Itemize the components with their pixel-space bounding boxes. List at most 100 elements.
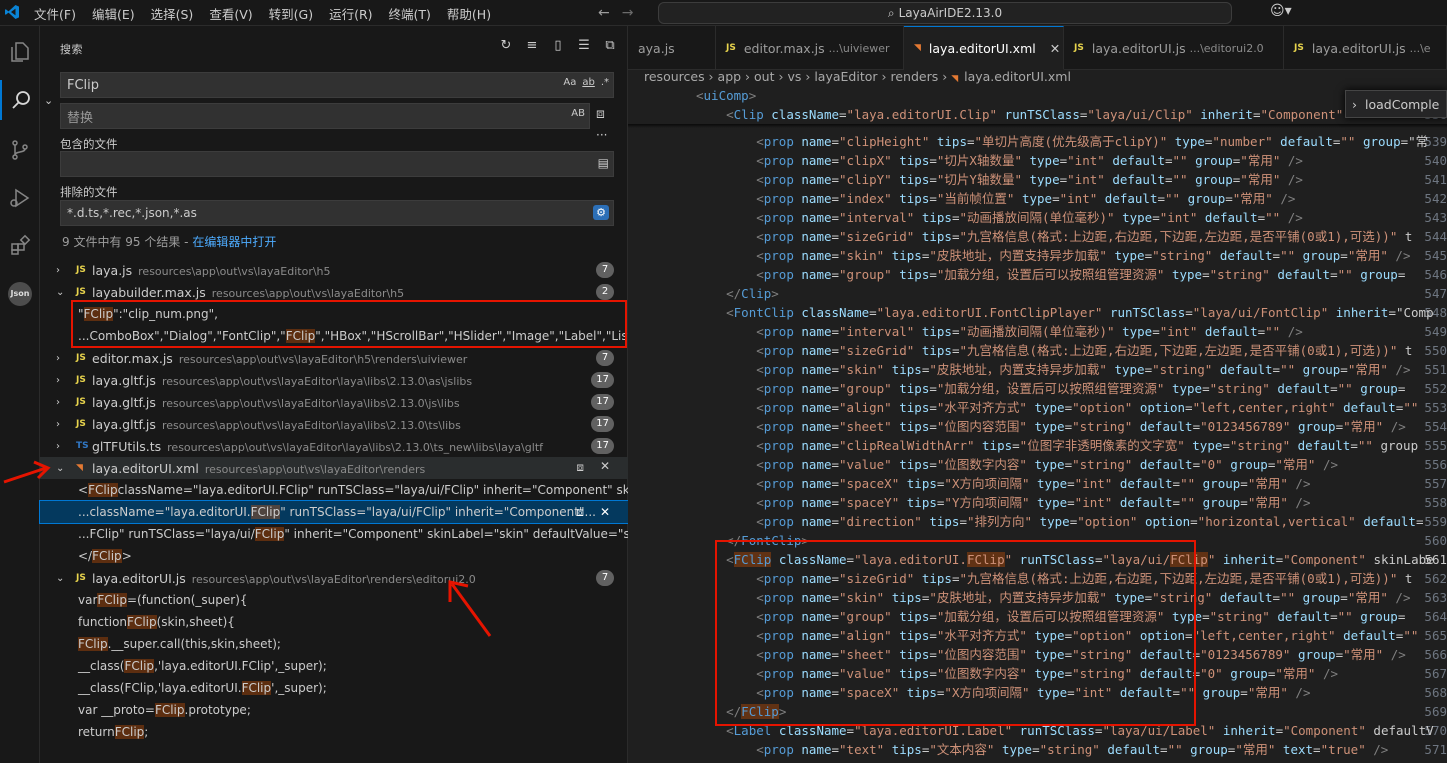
chevron-right-icon[interactable]: ›: [56, 353, 60, 364]
refresh-icon[interactable]: ↻: [498, 38, 514, 54]
match-hit: FClip: [127, 615, 157, 629]
menu-item-2[interactable]: 选择(S): [143, 4, 202, 23]
chevron-right-icon[interactable]: ›: [56, 265, 60, 276]
source-control-icon[interactable]: [0, 130, 40, 170]
annotation-arrow-left: [3, 460, 51, 484]
result-match[interactable]: var FClip =(function(_super){: [40, 589, 628, 611]
view-as-tree-icon[interactable]: ☰: [576, 38, 592, 54]
sticky-scroll-line[interactable]: 2<uiComp>: [628, 86, 1447, 105]
copilot-icon[interactable]: ☺▾: [1270, 3, 1292, 19]
breadcrumb-item[interactable]: out: [754, 69, 774, 84]
find-widget-chevron-icon[interactable]: ›: [1352, 97, 1357, 112]
result-match[interactable]: FClip .__super.call(this,skin,sheet);: [40, 633, 628, 655]
menu-item-0[interactable]: 文件(F): [26, 4, 84, 23]
result-match[interactable]: return FClip;: [40, 721, 628, 743]
preserve-case-icon[interactable]: AB: [571, 108, 585, 119]
menu-item-3[interactable]: 查看(V): [201, 4, 260, 23]
code-line: <prop name="interval" tips="动画播放间隔(单位毫秒)…: [756, 210, 1303, 225]
json-extension-icon[interactable]: Json: [0, 274, 40, 314]
result-match[interactable]: ...FClip" runTSClass="laya/ui/FClip " inh…: [40, 523, 628, 545]
result-file-label: editor.max.js resources\app\out\vs\layaEd…: [92, 351, 467, 366]
match-hit: FClip: [114, 725, 145, 739]
breadcrumb-item[interactable]: layaEditor: [814, 69, 877, 84]
use-exclude-settings-icon[interactable]: ⚙: [593, 205, 609, 220]
result-match[interactable]: __class(FClip,'laya.editorUI.FClip',_sup…: [40, 655, 628, 677]
explorer-icon[interactable]: [0, 32, 40, 72]
more-options-icon[interactable]: ···: [596, 128, 607, 142]
clear-results-icon[interactable]: ≡: [524, 38, 540, 54]
new-search-editor-icon[interactable]: ▯: [550, 38, 566, 54]
result-match[interactable]: < FClip className="laya.editorUI.FClip" r…: [40, 479, 628, 501]
menu-item-4[interactable]: 转到(G): [261, 4, 321, 23]
chevron-right-icon[interactable]: ›: [56, 441, 60, 452]
breadcrumb-separator-icon: ›: [938, 69, 952, 84]
tab-1[interactable]: JS editor.max.js ...\uiviewer: [716, 26, 904, 70]
chevron-down-icon[interactable]: ⌄: [56, 463, 64, 474]
include-files-input[interactable]: ▤: [60, 151, 614, 177]
breadcrumb-item[interactable]: resources: [644, 69, 705, 84]
collapse-all-icon[interactable]: ⧉: [602, 38, 618, 54]
sticky-scroll-line[interactable]: 536 <Clip className="laya.editorUI.Clip"…: [628, 105, 1447, 124]
chevron-down-icon[interactable]: ⌄: [56, 573, 64, 584]
chevron-down-icon[interactable]: ⌄: [56, 287, 64, 298]
result-file[interactable]: ⌄ ◥ laya.editorUI.xml resources\app\out\vs\…: [40, 457, 628, 479]
replace-match-icon[interactable]: ⧈: [576, 505, 584, 520]
result-count-badge: 2: [596, 284, 614, 300]
tab-0[interactable]: aya.js: [628, 26, 716, 70]
chevron-right-icon[interactable]: ›: [56, 397, 60, 408]
replace-input[interactable]: 替换 AB: [60, 103, 590, 129]
tab-3[interactable]: JS laya.editorUI.js ...\editorui2.0: [1064, 26, 1284, 70]
result-match[interactable]: var __proto= FClip .prototype;: [40, 699, 628, 721]
dismiss-match-icon[interactable]: ✕: [600, 505, 610, 519]
chevron-right-icon[interactable]: ›: [56, 419, 60, 430]
toggle-replace-chevron-icon[interactable]: ⌄: [44, 94, 53, 107]
breadcrumb-item[interactable]: laya.editorUI.xml: [964, 69, 1071, 84]
search-activity-icon[interactable]: [0, 80, 40, 120]
replace-all-icon[interactable]: ⧈: [596, 106, 605, 122]
result-file[interactable]: › JS laya.gltf.js resources\app\out\vs\laya…: [40, 391, 628, 413]
extensions-icon[interactable]: [0, 226, 40, 266]
tab-2[interactable]: ◥ laya.editorUI.xml ✕: [904, 26, 1064, 70]
menu-item-6[interactable]: 终端(T): [381, 4, 439, 23]
breadcrumb-item[interactable]: renders: [890, 69, 938, 84]
menu-item-1[interactable]: 编辑(E): [84, 4, 143, 23]
breadcrumb-separator-icon: ›: [741, 69, 755, 84]
result-file-path: resources\app\out\vs\layaEditor\h5: [138, 264, 331, 278]
dismiss-file-icon[interactable]: ✕: [600, 459, 610, 473]
exclude-files-input[interactable]: *.d.ts,*.rec,*.json,*.as ⚙: [60, 200, 614, 226]
result-match[interactable]: ...className="laya.editorUI. FClip " runTS…: [39, 500, 629, 524]
search-sidebar: 搜索 ↻ ≡ ▯ ☰ ⧉ ⌄ FClip Aa ab .* 替换 AB ⧈ ··…: [3, 26, 629, 763]
back-arrow-icon[interactable]: ←: [598, 5, 610, 21]
result-file[interactable]: › JS laya.js resources\app\out\vs\layaEdito…: [40, 259, 628, 281]
open-in-editor-link[interactable]: 在编辑器中打开: [192, 235, 276, 249]
tab-4[interactable]: JS laya.editorUI.js ...\e: [1284, 26, 1447, 70]
result-file[interactable]: › TS glTFUtils.ts resources\app\out\vs\laya…: [40, 435, 628, 457]
result-file[interactable]: › JS laya.gltf.js resources\app\out\vs\laya…: [40, 413, 628, 435]
result-file[interactable]: ⌄ JS laya.editorUI.js resources\app\out\vs\…: [40, 567, 628, 589]
find-widget[interactable]: › loadComple: [1345, 90, 1447, 118]
regex-icon[interactable]: .*: [601, 77, 609, 88]
forward-arrow-icon[interactable]: →: [622, 5, 634, 21]
result-match[interactable]: __class(FClip,'laya.editorUI.FClip',_sup…: [40, 677, 628, 699]
open-editors-only-icon[interactable]: ▤: [598, 156, 609, 170]
search-input[interactable]: FClip Aa ab .*: [60, 72, 614, 98]
result-match[interactable]: function FClip (skin,sheet){: [40, 611, 628, 633]
match-post: (skin,sheet){: [156, 615, 235, 629]
menu-item-7[interactable]: 帮助(H): [439, 4, 499, 23]
result-match[interactable]: </FClip >: [40, 545, 628, 567]
chevron-right-icon[interactable]: ›: [56, 375, 60, 386]
result-file[interactable]: › JS laya.gltf.js resources\app\out\vs\laya…: [40, 369, 628, 391]
result-file[interactable]: › JS editor.max.js resources\app\out\vs\lay…: [40, 347, 628, 369]
close-tab-icon[interactable]: ✕: [1050, 41, 1060, 56]
command-center[interactable]: ⌕ LayaAirIDE2.13.0: [658, 2, 1232, 24]
run-debug-icon[interactable]: [0, 178, 40, 218]
replace-file-icon[interactable]: ⧈: [576, 460, 584, 475]
match-case-icon[interactable]: Aa: [563, 77, 576, 88]
match-whole-word-icon[interactable]: ab: [582, 77, 594, 88]
menu-item-5[interactable]: 运行(R): [321, 4, 380, 23]
line-number: 549: [1424, 324, 1447, 339]
result-count-badge: 17: [591, 394, 614, 410]
breadcrumb-item[interactable]: vs: [787, 69, 801, 84]
find-widget-input[interactable]: loadComple: [1365, 97, 1439, 112]
breadcrumb-item[interactable]: app: [718, 69, 742, 84]
